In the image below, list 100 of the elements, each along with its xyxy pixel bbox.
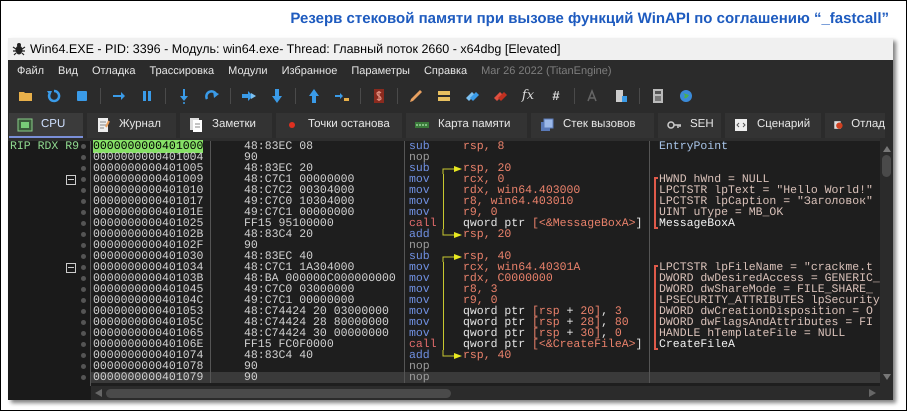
bytes-cell: 49:C7C0 03000000 [244,283,354,296]
tab[interactable]: Отлад [825,113,885,138]
menu-item[interactable]: Файл [10,62,52,80]
bytes-cell: 48:83C4 40 [244,349,314,362]
restart-icon[interactable] [46,88,62,104]
bytes-cell: 48:83EC 20 [244,162,314,175]
operand-text: rdx, win64.403000 [463,185,580,196]
address-cell: 000000000040104C [93,294,204,307]
mnemonic: mov [409,273,431,284]
mnemonic: mov [409,306,431,317]
hash-button[interactable]: # [545,86,567,106]
mnemonic: mov [409,295,431,306]
double-arrow-icon[interactable] [241,88,257,104]
mnemonic: sub [409,141,431,152]
calculator-icon[interactable] [650,88,666,104]
comment-text: EntryPoint [659,141,728,152]
menu-item[interactable]: Избранное [274,62,344,80]
menu-item[interactable]: Справка [416,62,474,80]
menu-item[interactable]: Трассировка [142,62,222,80]
comment-text: HANDLE hTemplateFile = NULL [659,328,846,339]
comment-text: MessageBoxA [659,218,735,229]
mnemonic: add [409,350,431,361]
selected-row[interactable]: 0000000000401079 90 nop [8,372,880,383]
operand-text: qword ptr [<&CreateFileA>] [463,339,642,350]
tab[interactable]: Стек вызовов [531,113,654,138]
bytes-cell: 90 [244,371,258,384]
menu-item[interactable]: Вид [51,62,85,80]
tab[interactable]: CPU [9,113,83,138]
mnemonic: add [409,229,431,240]
bytes-cell: 48:C7C2 00304000 [244,184,354,197]
address-cell: 000000000040101E [93,206,204,219]
mnemonic: call [409,218,438,229]
mnemonic: mov [409,174,431,185]
notes-icon [188,116,204,132]
comment-text: LPCTSTR lpText = "Hello World!" [659,185,873,196]
comment-text: LPCTSTR lpCaption = "Заголовок" [659,196,873,207]
tab[interactable]: SEH [658,113,721,138]
tab[interactable]: Точки останова [276,113,402,138]
mnemonic: call [409,339,438,350]
menu-item[interactable]: Параметры [344,62,417,80]
address-cell: 0000000000401034 [93,261,204,274]
address-cell: 0000000000401000 [93,140,204,153]
build-info: Mar 26 2022 (TitanEngine) [480,64,613,79]
globe-icon[interactable] [678,88,694,104]
mnemonic: sub [409,251,431,262]
list-icon[interactable] [436,88,452,104]
vertical-scrollbar[interactable] [880,138,893,400]
address-cell: 000000000040102B [93,228,204,241]
mnemonic: nop [409,240,431,251]
address-cell: 000000000040103B [93,272,204,285]
tab[interactable]: Журнал [87,113,176,138]
address-cell: 0000000000401045 [93,283,204,296]
bug-icon [12,42,26,56]
address-cell: 0000000000401025 [93,217,204,230]
device-icon[interactable] [613,88,629,104]
tab[interactable]: Карта памяти [406,113,527,138]
address-cell: 000000000040105C [93,316,204,329]
mnemonic: mov [409,207,430,218]
address-cell: 0000000000401004 [93,151,204,164]
comment-text: DWORD dwCreationDisposition = O [659,306,873,317]
register-label: RIP RDX R9 [10,141,80,152]
collapse-toggle[interactable] [66,174,76,184]
comment-text: DWORD dwDesiredAccess = GENERIC_ [659,273,880,284]
operand-text: r8, win64.403010 [463,196,574,207]
operand-text: rcx, win64.40301A [463,262,580,273]
comment-text: UINT uType = MB_OK [659,207,784,218]
comment-text: LPSECURITY_ATTRIBUTES lpSecurity [659,295,880,306]
collapse-toggle[interactable] [66,262,76,272]
menu-item[interactable]: Отладка [84,62,142,80]
mnemonic: mov [409,328,430,339]
arrow-down-icon[interactable] [269,88,285,104]
bytes-cell: 90 [244,151,258,164]
operand-text: qword ptr [rsp + 28], 80 [463,317,629,328]
pencil-icon[interactable] [408,88,424,104]
address-cell: 000000000040106E [93,338,204,351]
notebook-icon [95,116,111,132]
scroll-left-icon[interactable] [95,389,102,397]
bytes-cell: 48:83EC 08 [244,140,314,153]
dollar-icon[interactable] [371,88,387,104]
bytes-cell: 49:C7C1 00000000 [244,294,354,307]
comment-text: DWORD dwFlagsAndAttributes = FI [659,317,873,328]
scrollbar-thumb[interactable] [106,388,451,398]
address-cell: 0000000000401017 [93,195,204,208]
mnemonic: mov [409,196,431,207]
mnemonic: nop [409,372,431,383]
operand-text: rdx, C0000000 [463,273,553,284]
bytes-cell: 90 [244,360,258,373]
scroll-up-icon[interactable] [882,146,890,152]
stop-icon[interactable] [74,88,90,104]
function-button[interactable]: fx [517,86,539,106]
arrow-up-icon[interactable] [306,88,322,104]
scrollbar-thumb[interactable] [882,155,891,177]
scroll-down-icon[interactable] [882,374,890,380]
tab[interactable]: Заметки [180,113,272,138]
bytes-cell: 49:C7C1 00000000 [244,206,354,219]
mnemonic: mov [409,262,431,273]
menu-item[interactable]: Модули [221,62,275,80]
comment-text: HWND hWnd = NULL [659,174,770,185]
tab[interactable]: Сценарий [725,113,821,138]
scroll-right-icon[interactable] [869,389,876,397]
